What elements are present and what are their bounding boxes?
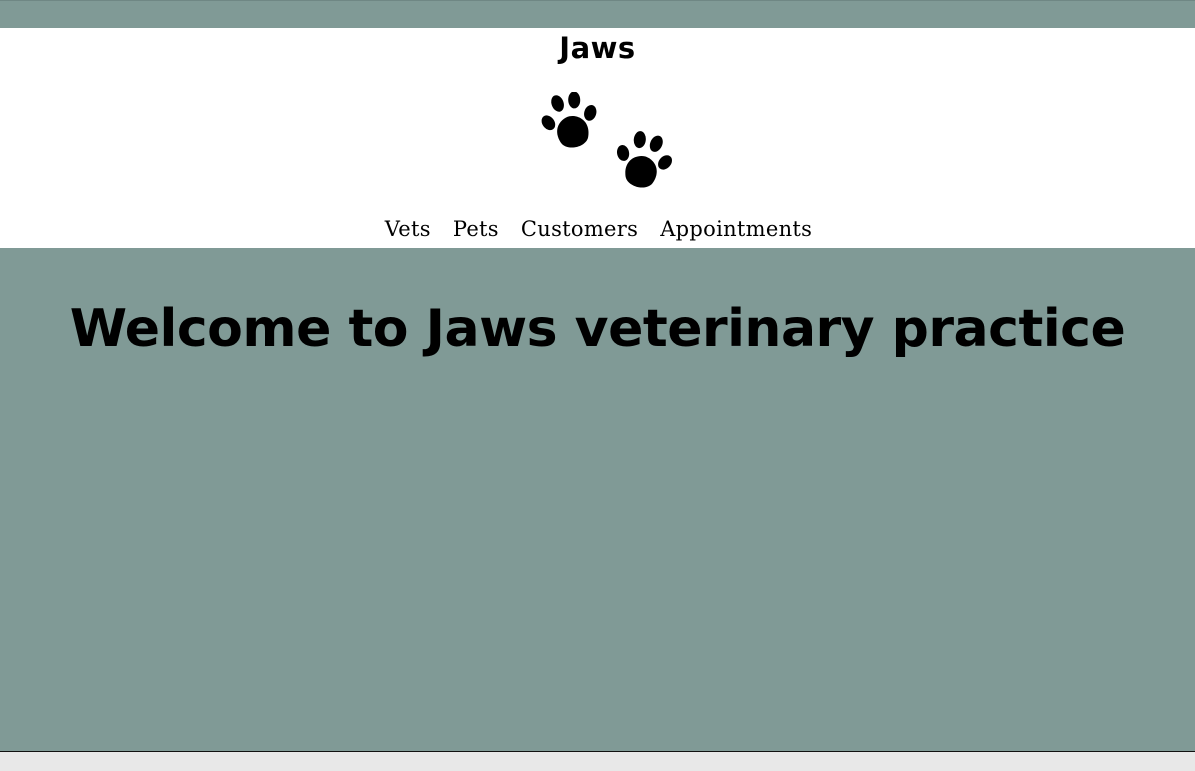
top-bar xyxy=(0,0,1195,28)
nav-link-customers[interactable]: Customers xyxy=(521,212,638,246)
main-nav: Vets Pets Customers Appointments xyxy=(0,212,1195,246)
bottom-bar xyxy=(0,751,1195,771)
page: Jaws Vets Pets Customers Appointments We… xyxy=(0,0,1195,771)
main-content: Welcome to Jaws veterinary practice xyxy=(0,248,1195,751)
nav-link-vets[interactable]: Vets xyxy=(385,212,431,246)
paw-prints-icon xyxy=(541,92,673,188)
site-title: Jaws xyxy=(559,31,636,65)
welcome-heading: Welcome to Jaws veterinary practice xyxy=(69,299,1126,359)
nav-link-pets[interactable]: Pets xyxy=(453,212,499,246)
nav-link-appointments[interactable]: Appointments xyxy=(660,212,812,246)
site-header: Jaws Vets Pets Customers Appointments xyxy=(0,28,1195,248)
